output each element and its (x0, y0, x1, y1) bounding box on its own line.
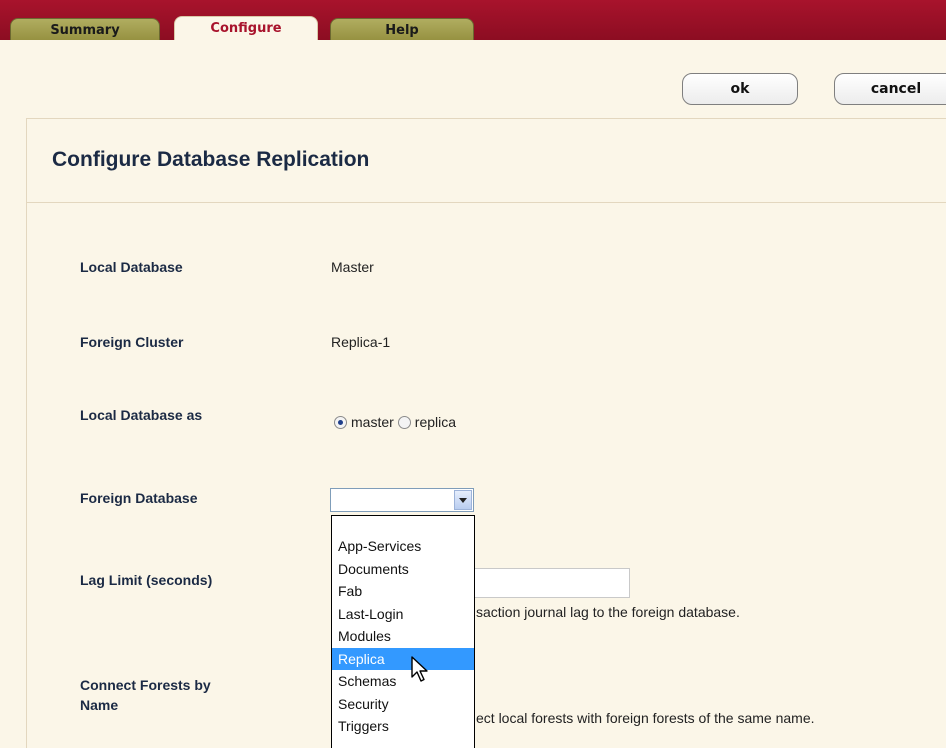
local-database-label: Local Database (80, 259, 183, 275)
foreign-database-label: Foreign Database (80, 490, 198, 506)
dropdown-option[interactable]: Documents (332, 558, 474, 581)
ok-button[interactable]: ok (682, 73, 798, 105)
master-radio[interactable] (334, 415, 347, 429)
mouse-pointer-icon (411, 656, 428, 682)
dropdown-option[interactable]: Triggers (332, 715, 474, 738)
tab-help[interactable]: Help (330, 18, 474, 42)
app-window: Summary Configure Help ok cancel Configu… (0, 0, 946, 748)
dropdown-option[interactable]: Security (332, 693, 474, 716)
foreign-cluster-label: Foreign Cluster (80, 334, 184, 350)
tab-configure[interactable]: Configure (174, 16, 318, 42)
dropdown-option[interactable]: Modules (332, 625, 474, 648)
foreign-cluster-value: Replica-1 (331, 334, 391, 350)
page-title: Configure Database Replication (52, 148, 370, 171)
master-radio-label[interactable]: master (351, 414, 394, 430)
dropdown-option[interactable]: Fab (332, 580, 474, 603)
lag-limit-label: Lag Limit (seconds) (80, 572, 213, 588)
config-panel (26, 118, 946, 748)
panel-divider (26, 202, 946, 203)
local-database-as-label: Local Database as (80, 407, 203, 423)
lag-limit-help: saction journal lag to the foreign datab… (476, 604, 740, 620)
dropdown-option[interactable]: App-Services (332, 535, 474, 558)
dropdown-option-highlighted[interactable]: Replica (332, 647, 474, 670)
foreign-database-select[interactable] (330, 488, 474, 512)
local-database-as-radios: master replica (334, 414, 460, 430)
chevron-down-icon[interactable] (454, 490, 472, 510)
local-database-value: Master (331, 259, 374, 275)
connect-forests-label-line1: Connect Forests by (80, 677, 211, 693)
lag-limit-input[interactable] (474, 568, 630, 598)
replica-radio-label[interactable]: replica (415, 414, 456, 430)
replica-radio[interactable] (397, 415, 411, 429)
dropdown-option[interactable]: Schemas (332, 670, 474, 693)
cancel-button[interactable]: cancel (834, 73, 946, 105)
dropdown-option[interactable]: Last-Login (332, 603, 474, 626)
tab-summary[interactable]: Summary (10, 18, 160, 42)
foreign-database-dropdown[interactable]: App-Services Documents Fab Last-Login Mo… (331, 515, 475, 748)
connect-forests-label-line2: Name (80, 697, 119, 713)
connect-forests-help: ect local forests with foreign forests o… (476, 710, 815, 726)
